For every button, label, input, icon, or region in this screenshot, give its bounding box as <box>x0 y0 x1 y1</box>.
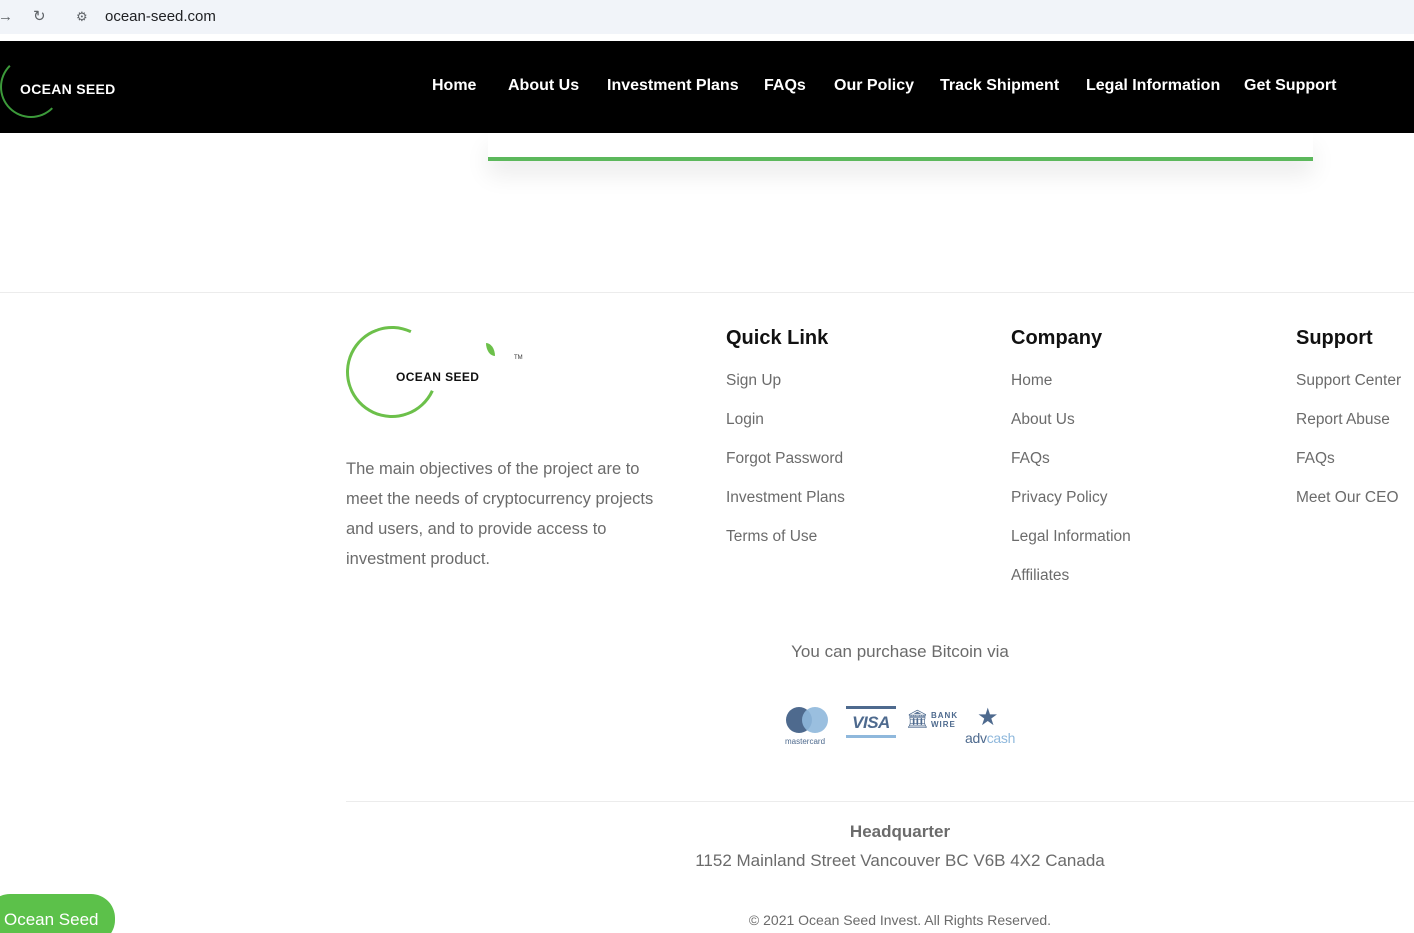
link-sign-up[interactable]: Sign Up <box>726 372 781 390</box>
browser-toolbar: → ↻ ⚙ ocean-seed.com <box>0 0 1414 34</box>
wire-label: WIRE <box>931 720 956 729</box>
bottom-divider <box>346 801 1414 802</box>
link-privacy-policy[interactable]: Privacy Policy <box>1011 489 1107 507</box>
trademark-mark: TM <box>514 355 523 361</box>
nav-faqs[interactable]: FAQs <box>764 77 806 95</box>
link-faqs[interactable]: FAQs <box>1011 450 1050 468</box>
leaf-icon <box>486 343 495 356</box>
link-about-us[interactable]: About Us <box>1011 411 1075 429</box>
headquarter-title: Headquarter <box>849 822 951 841</box>
quick-link-title: Quick Link <box>726 327 829 349</box>
about-description: The main objectives of the project are t… <box>346 460 654 568</box>
address-bar-url[interactable]: ocean-seed.com <box>105 8 216 25</box>
advcash-adv: adv <box>965 730 987 746</box>
site-info-icon[interactable]: ⚙ <box>76 8 88 26</box>
nav-legal-information[interactable]: Legal Information <box>1086 77 1220 95</box>
link-report-abuse[interactable]: Report Abuse <box>1296 411 1390 429</box>
link-forgot-password[interactable]: Forgot Password <box>726 450 843 468</box>
link-legal-information[interactable]: Legal Information <box>1011 528 1131 546</box>
purchase-text: You can purchase Bitcoin via <box>791 642 1009 661</box>
footer-divider <box>0 292 1414 293</box>
chat-button[interactable]: Ocean Seed <box>0 894 115 933</box>
link-terms-of-use[interactable]: Terms of Use <box>726 528 817 546</box>
nav-about-us[interactable]: About Us <box>508 77 579 95</box>
mastercard-icon: mastercard <box>785 707 836 747</box>
link-investment-plans[interactable]: Investment Plans <box>726 489 845 507</box>
nav-track-shipment[interactable]: Track Shipment <box>940 77 1059 95</box>
nav-investment-plans[interactable]: Investment Plans <box>607 77 739 95</box>
advcash-logo: advcash <box>965 730 1015 746</box>
link-meet-our-ceo[interactable]: Meet Our CEO <box>1296 489 1399 507</box>
footer-logo: OCEAN SEED <box>396 370 480 384</box>
site-header: OCEAN SEED Home About Us Investment Plan… <box>0 41 1414 133</box>
reload-icon[interactable]: ↻ <box>33 8 46 26</box>
copyright: © 2021 Ocean Seed Invest. All Rights Res… <box>748 912 1052 928</box>
bank-label: BANK <box>931 711 959 720</box>
back-arrow-icon[interactable]: → <box>0 8 13 26</box>
mastercard-label: mastercard <box>785 737 826 746</box>
nav-our-policy[interactable]: Our Policy <box>834 77 914 95</box>
link-login[interactable]: Login <box>726 411 764 429</box>
bank-wire-icon: 🏛 <box>906 709 929 729</box>
company-title: Company <box>1011 327 1103 349</box>
content-card <box>488 133 1313 161</box>
visa-label: VISA <box>852 713 890 732</box>
visa-icon: VISA <box>846 706 896 738</box>
link-affiliates[interactable]: Affiliates <box>1011 567 1069 585</box>
nav-get-support[interactable]: Get Support <box>1244 77 1336 95</box>
support-title: Support <box>1296 327 1373 349</box>
link-support-center[interactable]: Support Center <box>1296 372 1401 390</box>
headquarter-address: 1152 Mainland Street Vancouver BC V6B 4X… <box>695 851 1105 870</box>
advcash-star-icon: ★ <box>977 704 999 731</box>
nav-home[interactable]: Home <box>432 77 476 95</box>
link-home[interactable]: Home <box>1011 372 1052 390</box>
header-logo[interactable]: OCEAN SEED <box>20 81 116 97</box>
advcash-cash: cash <box>986 730 1016 746</box>
link-support-faqs[interactable]: FAQs <box>1296 450 1335 468</box>
